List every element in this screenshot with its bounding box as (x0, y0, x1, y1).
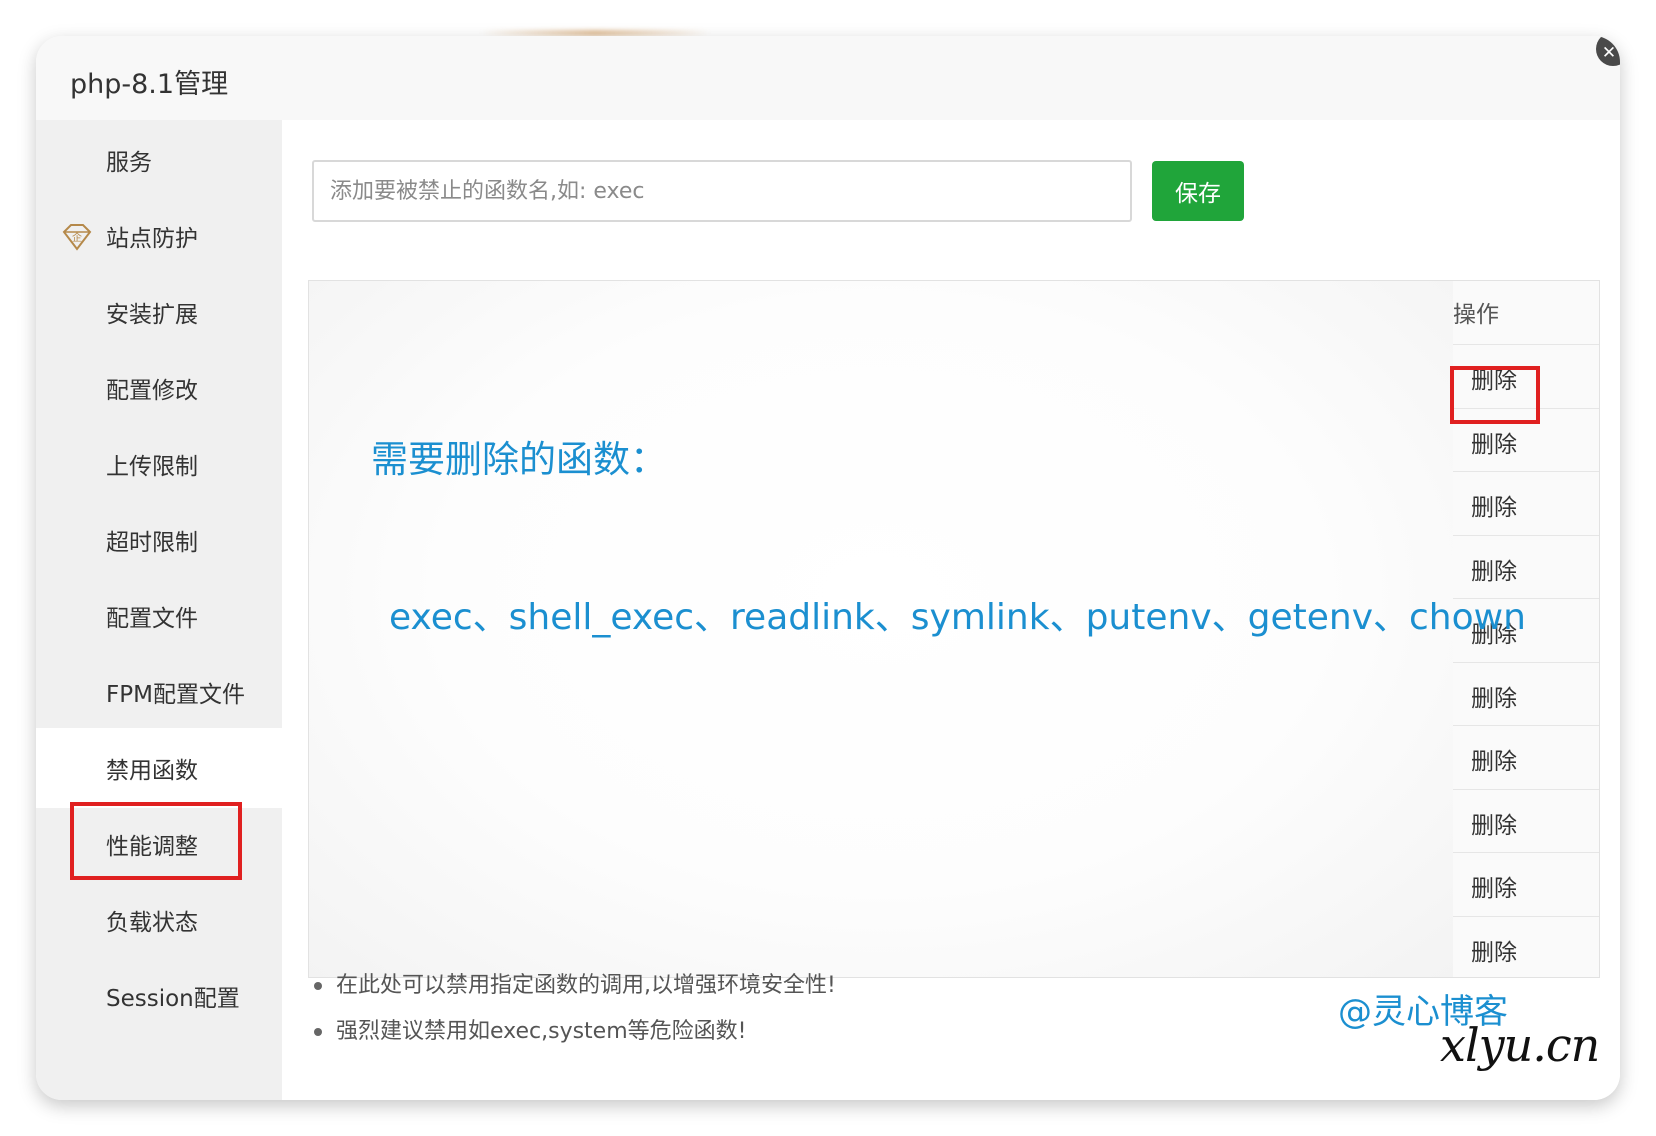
annotation-overlay: 需要删除的函数： exec、shell_exec、readlink、symlin… (309, 281, 1526, 977)
sidebar-item-service[interactable]: 服务 (36, 120, 282, 200)
disabled-functions-table: 操作 删除 删除 删除 删除 删除 删除 删除 删除 删除 删除 需要删除的函数… (308, 280, 1600, 978)
operation-column-header: 操作 (1453, 302, 1499, 328)
sidebar-item-label: 安装扩展 (106, 302, 198, 328)
sidebar-item-config-file[interactable]: 配置文件 (36, 576, 282, 656)
help-tips: 在此处可以禁用指定函数的调用,以增强环境安全性! 强烈建议禁用如exec,sys… (314, 970, 836, 1062)
row-divider (1453, 662, 1599, 663)
php-manager-dialog: php-8.1管理 服务 企 站点防护 安装扩展 配置修改 上传限制 超时限制 … (36, 36, 1620, 1100)
row-divider (1453, 344, 1599, 345)
overlay-title: 需要删除的函数： (371, 438, 667, 481)
sidebar-item-upload-limit[interactable]: 上传限制 (36, 424, 282, 504)
sidebar-item-label: 配置修改 (106, 378, 198, 404)
row-divider (1453, 725, 1599, 726)
tip-item: 在此处可以禁用指定函数的调用,以增强环境安全性! (314, 970, 836, 1016)
sidebar-item-disabled-functions[interactable]: 禁用函数 (36, 728, 282, 808)
save-button[interactable]: 保存 (1152, 161, 1244, 221)
row-divider (1453, 471, 1599, 472)
sidebar-item-session-config[interactable]: Session配置 (36, 956, 282, 1036)
delete-link[interactable]: 删除 (1471, 806, 1551, 840)
overlay-function-list: exec、shell_exec、readlink、symlink、putenv、… (389, 597, 1526, 638)
row-divider (1453, 852, 1599, 853)
tip-text: 强烈建议禁用如exec,system等危险函数! (336, 1019, 747, 1044)
delete-link[interactable]: 删除 (1471, 869, 1551, 903)
sidebar-item-performance-tuning[interactable]: 性能调整 (36, 804, 282, 884)
sidebar-item-timeout-limit[interactable]: 超时限制 (36, 500, 282, 580)
bullet-dot (314, 982, 322, 990)
sidebar-item-site-protection[interactable]: 企 站点防护 (36, 196, 282, 276)
dialog-title: php-8.1管理 (70, 69, 229, 100)
function-name-input[interactable] (312, 160, 1132, 222)
delete-link[interactable]: 删除 (1471, 488, 1551, 522)
sidebar-item-label: 负载状态 (106, 910, 198, 936)
watermark-domain: xlyu.cn (1440, 1018, 1600, 1072)
sidebar-item-install-extensions[interactable]: 安装扩展 (36, 272, 282, 352)
row-divider (1453, 789, 1599, 790)
bullet-dot (314, 1028, 322, 1036)
sidebar-item-label: 服务 (106, 150, 152, 176)
row-divider (1453, 535, 1599, 536)
sidebar-item-fpm-config-file[interactable]: FPM配置文件 (36, 652, 282, 732)
enterprise-icon-text: 企 (72, 231, 82, 244)
sidebar-item-label: Session配置 (106, 986, 240, 1012)
sidebar-item-label: 配置文件 (106, 606, 198, 632)
dialog-titlebar: php-8.1管理 (36, 36, 1620, 121)
delete-link[interactable]: 删除 (1471, 679, 1551, 713)
sidebar-item-load-status[interactable]: 负载状态 (36, 880, 282, 960)
sidebar-item-config-edit[interactable]: 配置修改 (36, 348, 282, 428)
sidebar-item-label: 禁用函数 (106, 758, 198, 784)
main-content: 保存 操作 删除 删除 删除 删除 删除 删除 删除 删除 删除 删除 需要删除… (282, 120, 1620, 1100)
delete-link[interactable]: 删除 (1471, 552, 1551, 586)
delete-link[interactable]: 删除 (1471, 742, 1551, 776)
sidebar-item-label: 站点防护 (106, 226, 198, 252)
sidebar-item-label: 超时限制 (106, 530, 198, 556)
sidebar-item-label: 上传限制 (106, 454, 198, 480)
row-divider (1453, 408, 1599, 409)
row-divider (1453, 916, 1599, 917)
tip-item: 强烈建议禁用如exec,system等危险函数! (314, 1016, 836, 1062)
delete-link[interactable]: 删除 (1471, 933, 1551, 967)
sidebar-item-label: 性能调整 (106, 834, 198, 860)
delete-link[interactable]: 删除 (1471, 425, 1551, 459)
background-window-strip (0, 0, 1656, 36)
sidebar: 服务 企 站点防护 安装扩展 配置修改 上传限制 超时限制 配置文件 FPM配置… (36, 120, 282, 1100)
sidebar-item-label: FPM配置文件 (106, 682, 245, 708)
enterprise-diamond-icon: 企 (60, 222, 94, 258)
delete-link[interactable]: 删除 (1471, 361, 1551, 395)
tip-text: 在此处可以禁用指定函数的调用,以增强环境安全性! (336, 973, 836, 998)
